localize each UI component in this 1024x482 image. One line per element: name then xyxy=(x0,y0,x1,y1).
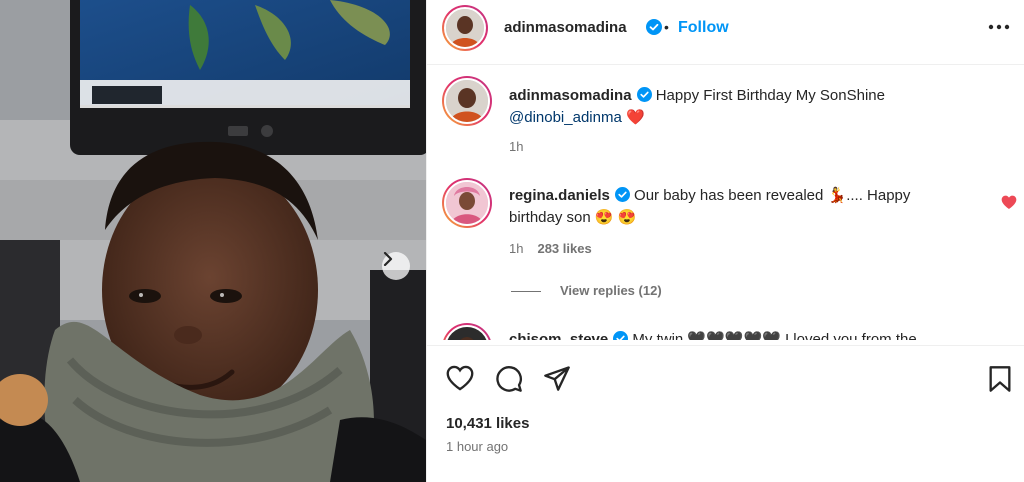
post-time[interactable]: 1 hour ago xyxy=(446,439,508,454)
comment-time: 1h xyxy=(509,241,524,256)
caption-body: Happy First Birthday My SonShine xyxy=(655,87,885,104)
bookmark-icon xyxy=(989,366,1011,392)
likes-count[interactable]: 10,431 likes xyxy=(446,415,529,432)
avatar-image xyxy=(446,80,488,122)
comment-avatar[interactable] xyxy=(442,323,492,340)
like-button[interactable] xyxy=(446,365,474,396)
comment-username[interactable]: chisom_steve xyxy=(509,331,608,340)
verified-badge-icon xyxy=(636,87,652,102)
comment-like-button[interactable] xyxy=(1001,195,1017,209)
post-header: adinmasomadina • Follow xyxy=(427,0,1024,65)
replies-divider xyxy=(511,291,541,292)
comments-list: adinmasomadina Happy First Birthday My S… xyxy=(427,65,1024,340)
author-username[interactable]: adinmasomadina xyxy=(504,19,627,36)
comment-body-3: birthday son xyxy=(509,209,591,226)
post-photo xyxy=(0,0,426,482)
post-actions: 10,431 likes 1 hour ago xyxy=(427,345,1024,481)
heart-emoji: ❤️ xyxy=(625,109,645,126)
comment-text: chisom_steve My twin 🖤🖤🖤🖤🖤 I loved you f… xyxy=(509,329,949,340)
chevron-right-icon xyxy=(383,252,393,266)
comment-likes[interactable]: 283 likes xyxy=(537,241,591,256)
comment-meta: 1h 283 likes xyxy=(509,241,592,256)
author-avatar[interactable] xyxy=(442,5,488,51)
share-button[interactable] xyxy=(543,364,571,397)
heart-eyes-emoji: 😍 😍 xyxy=(594,209,637,226)
heart-filled-icon xyxy=(1001,195,1017,209)
post-panel: adinmasomadina • Follow adinmasomadina H… xyxy=(426,0,1024,482)
save-button[interactable] xyxy=(988,365,1012,398)
comment-avatar[interactable] xyxy=(442,178,492,228)
caption-avatar[interactable] xyxy=(442,76,492,126)
comment-username[interactable]: regina.daniels xyxy=(509,187,610,204)
avatar-image xyxy=(446,327,488,340)
caption-text: adinmasomadina Happy First Birthday My S… xyxy=(509,85,949,129)
dancer-emoji: 💃 xyxy=(827,187,847,204)
separator-dot: • xyxy=(664,19,669,35)
follow-button[interactable]: Follow xyxy=(678,19,729,37)
comment-icon xyxy=(496,366,522,392)
caption-username[interactable]: adinmasomadina xyxy=(509,87,632,104)
verified-badge-icon xyxy=(614,187,630,202)
comment-body-2: .... Happy xyxy=(846,187,911,204)
share-icon xyxy=(544,366,570,391)
post-media[interactable] xyxy=(0,0,426,482)
more-horizontal-icon xyxy=(988,24,1010,30)
more-options-button[interactable] xyxy=(987,17,1011,37)
comment-body-1: Our baby has been revealed xyxy=(634,187,824,204)
caption-time: 1h xyxy=(509,139,524,154)
heart-outline-icon xyxy=(446,365,474,391)
verified-badge-icon xyxy=(646,19,662,35)
caption-mention[interactable]: @dinobi_adinma xyxy=(509,109,622,126)
verified-badge-icon xyxy=(613,331,629,340)
comment-body: My twin 🖤🖤🖤🖤🖤 I loved you from the xyxy=(632,331,917,340)
view-replies-button[interactable]: View replies (12) xyxy=(560,283,662,298)
avatar-image xyxy=(446,182,488,224)
avatar-image xyxy=(446,9,484,47)
comment-button[interactable] xyxy=(495,365,523,398)
next-slide-button[interactable] xyxy=(382,252,410,280)
comment-text: regina.daniels Our baby has been reveale… xyxy=(509,185,949,229)
